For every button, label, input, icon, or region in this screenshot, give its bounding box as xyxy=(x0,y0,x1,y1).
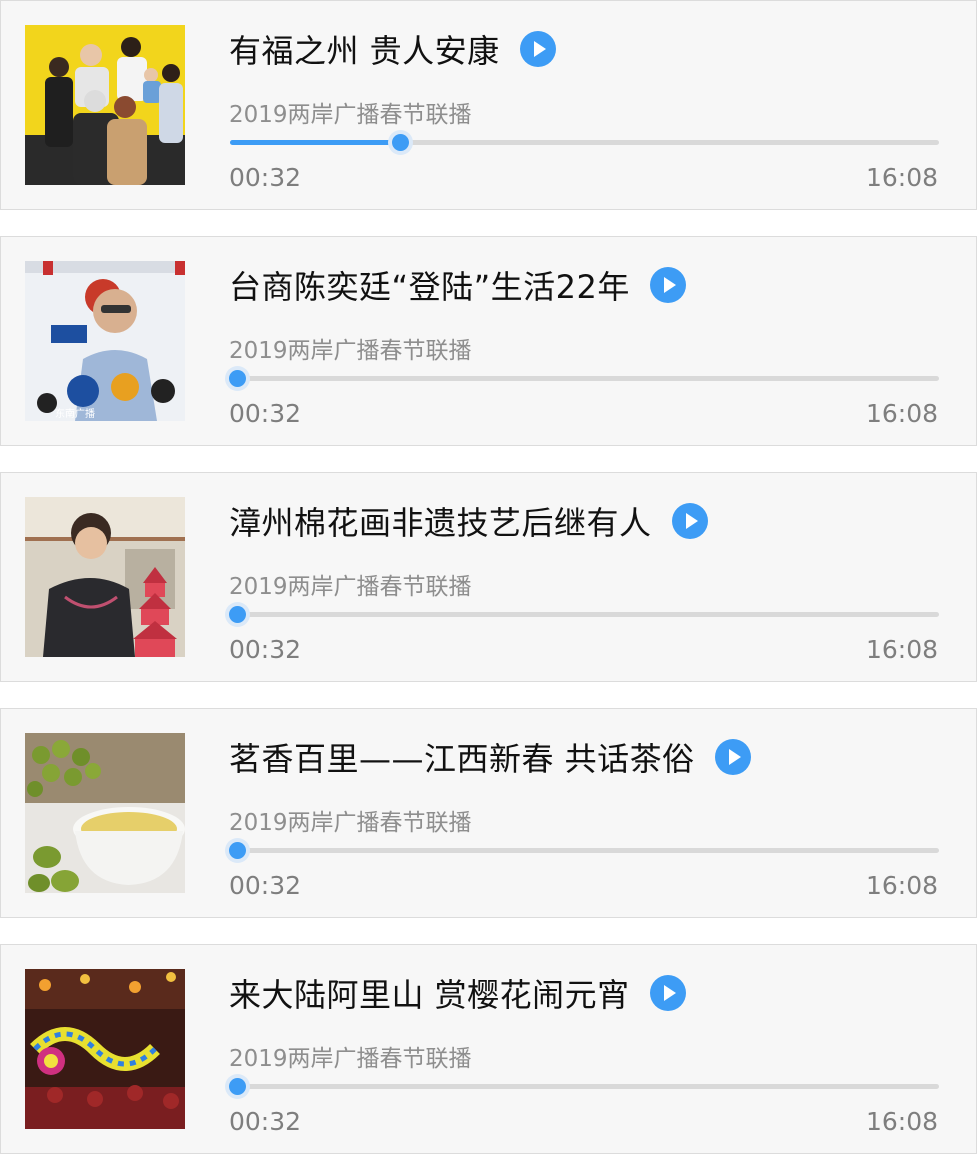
audio-title[interactable]: 来大陆阿里山 赏樱花闹元宵 xyxy=(229,970,630,1016)
audio-subtitle: 2019两岸广播春节联播 xyxy=(229,102,472,128)
audio-subtitle: 2019两岸广播春节联播 xyxy=(229,1046,472,1072)
progress-track-background xyxy=(230,612,939,617)
audio-subtitle: 2019两岸广播春节联播 xyxy=(229,574,472,600)
audio-subtitle: 2019两岸广播春节联播 xyxy=(229,338,472,364)
play-icon[interactable] xyxy=(671,503,708,539)
current-time: 00:32 xyxy=(229,399,302,428)
audio-title[interactable]: 茗香百里——江西新春 共话茶俗 xyxy=(229,734,695,780)
thumbnail-interview-photo[interactable]: 东南广播 xyxy=(25,261,185,421)
audio-subtitle: 2019两岸广播春节联播 xyxy=(229,810,472,836)
progress-knob[interactable] xyxy=(392,134,410,151)
title-row: 台商陈奕廷“登陆”生活22年 xyxy=(229,263,686,307)
audio-title[interactable]: 台商陈奕廷“登陆”生活22年 xyxy=(229,262,630,308)
total-duration: 16:08 xyxy=(865,399,938,428)
progress-knob[interactable] xyxy=(229,1078,247,1095)
audio-title[interactable]: 有福之州 贵人安康 xyxy=(229,26,500,72)
thumbnail-lantern-festival-photo[interactable] xyxy=(25,969,185,1129)
current-time: 00:32 xyxy=(229,871,302,900)
play-icon[interactable] xyxy=(649,975,686,1011)
progress-track[interactable] xyxy=(229,370,939,387)
progress-track[interactable] xyxy=(230,134,939,151)
title-row: 有福之州 贵人安康 xyxy=(229,27,556,71)
total-duration: 16:08 xyxy=(865,163,938,192)
title-row: 茗香百里——江西新春 共话茶俗 xyxy=(229,735,751,779)
current-time: 00:32 xyxy=(229,635,302,664)
audio-card[interactable]: 漳州棉花画非遗技艺后继有人 2019两岸广播春节联播 00:32 16:08 xyxy=(0,472,977,682)
progress-track-background xyxy=(230,848,939,853)
progress-track[interactable] xyxy=(229,1078,939,1095)
thumbnail-tea-photo[interactable] xyxy=(25,733,185,893)
audio-title[interactable]: 漳州棉花画非遗技艺后继有人 xyxy=(229,498,652,544)
audio-card[interactable]: 来大陆阿里山 赏樱花闹元宵 2019两岸广播春节联播 00:32 16:08 xyxy=(0,944,977,1154)
total-duration: 16:08 xyxy=(865,1107,938,1136)
total-duration: 16:08 xyxy=(865,635,938,664)
progress-knob[interactable] xyxy=(229,842,247,859)
progress-knob[interactable] xyxy=(229,606,247,623)
play-icon[interactable] xyxy=(649,267,686,303)
progress-track[interactable] xyxy=(229,842,939,859)
progress-track-background xyxy=(230,376,939,381)
audio-card[interactable]: 茗香百里——江西新春 共话茶俗 2019两岸广播春节联播 00:32 16:08 xyxy=(0,708,977,918)
progress-knob[interactable] xyxy=(229,370,247,387)
thumbnail-artisan-photo[interactable] xyxy=(25,497,185,657)
progress-fill xyxy=(230,140,401,145)
title-row: 来大陆阿里山 赏樱花闹元宵 xyxy=(229,971,686,1015)
total-duration: 16:08 xyxy=(865,871,938,900)
play-icon[interactable] xyxy=(519,31,556,67)
thumbnail-logo-text: 东南广播 xyxy=(55,407,95,420)
thumbnail-family-photo[interactable] xyxy=(25,25,185,185)
progress-track-background xyxy=(230,1084,939,1089)
title-row: 漳州棉花画非遗技艺后继有人 xyxy=(229,499,708,543)
progress-track[interactable] xyxy=(229,606,939,623)
play-icon[interactable] xyxy=(714,739,751,775)
current-time: 00:32 xyxy=(229,163,302,192)
current-time: 00:32 xyxy=(229,1107,302,1136)
audio-card[interactable]: 东南广播 台商陈奕廷“登陆”生活22年 2019两岸广播春节联播 00:32 1… xyxy=(0,236,977,446)
audio-card[interactable]: 有福之州 贵人安康 2019两岸广播春节联播 00:32 16:08 xyxy=(0,0,977,210)
